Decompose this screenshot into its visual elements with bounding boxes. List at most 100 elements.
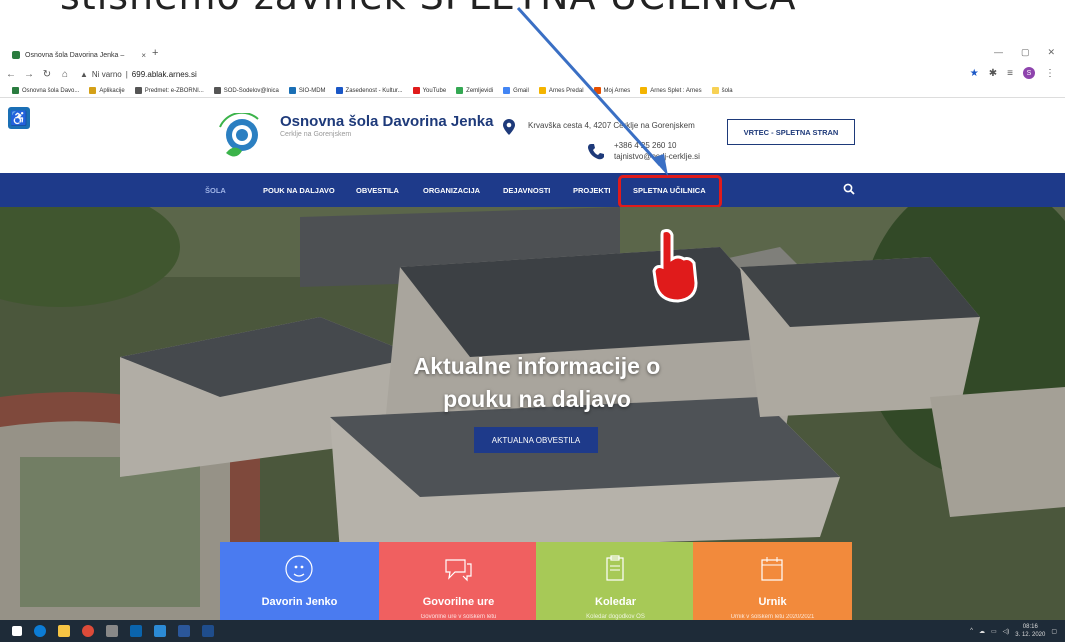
tab-close-icon[interactable]: × xyxy=(141,51,146,60)
bookmark-item[interactable]: šola xyxy=(711,87,733,94)
outlook-icon[interactable] xyxy=(130,625,142,637)
minimize-icon[interactable]: — xyxy=(994,47,1003,58)
bookmark-label: Gmail xyxy=(513,87,529,94)
toolbar-right: ★ ✱ ≡ S ⋮ xyxy=(970,67,1055,79)
bookmark-icon xyxy=(12,87,19,94)
bookmark-item[interactable]: Gmail xyxy=(503,87,529,94)
portrait-icon xyxy=(285,555,313,583)
reading-list-icon[interactable]: ≡ xyxy=(1007,68,1013,79)
volume-icon[interactable]: ◁) xyxy=(1003,628,1010,635)
app-icon[interactable] xyxy=(202,625,214,637)
system-tray: ^ ☁ ▭ ◁) 08:16 3. 12. 2020 ▢ xyxy=(970,623,1057,639)
bookmark-item[interactable]: Predmet: e-ZBORNI... xyxy=(134,87,204,94)
bookmark-item[interactable]: Osnovna šola Davo... xyxy=(12,87,79,94)
word-icon[interactable] xyxy=(178,625,190,637)
edge-icon[interactable] xyxy=(34,625,46,637)
maximize-icon[interactable]: ▢ xyxy=(1021,47,1030,58)
hero-title: Aktualne informacije o pouku na daljavo xyxy=(413,353,661,412)
menu-icon[interactable]: ⋮ xyxy=(1045,68,1055,79)
browser-tab[interactable]: Osnovna šola Davorina Jenka – × xyxy=(8,46,146,64)
bookmark-item[interactable]: SIO-MDM xyxy=(288,87,326,94)
bookmark-item[interactable]: Arnes Splet : Arnes xyxy=(640,87,702,94)
bookmark-icon xyxy=(640,87,648,94)
clock[interactable]: 08:16 3. 12. 2020 xyxy=(1015,623,1045,639)
search-icon[interactable] xyxy=(843,183,855,195)
notifications-icon[interactable]: ▢ xyxy=(1051,628,1057,635)
address-bar: ← → ↻ ⌂ ▲ Ni varno | 699.ablak.arnes.si … xyxy=(0,64,1065,84)
nav-item[interactable]: ŠOLA xyxy=(205,173,226,207)
tray-chevron-icon[interactable]: ^ xyxy=(970,628,973,634)
file-explorer-icon[interactable] xyxy=(58,625,70,637)
network-icon[interactable]: ▭ xyxy=(991,628,997,635)
school-address: Krvavška cesta 4, 4207 Cerklje na Gorenj… xyxy=(528,121,695,130)
bookmark-item[interactable]: Moj Arnes xyxy=(593,87,630,94)
bookmark-item[interactable]: Zasedenost - Kultur... xyxy=(335,87,403,94)
bookmark-item[interactable]: SOD-Sodelov@lnica xyxy=(213,87,279,94)
card-title: Davorin Jenko xyxy=(261,596,338,608)
hero-button[interactable]: AKTUALNA OBVESTILA xyxy=(474,427,598,453)
bookmark-label: Aplikacije xyxy=(99,87,125,94)
nav-item[interactable]: OBVESTILA xyxy=(356,173,399,207)
reload-icon[interactable]: ↻ xyxy=(40,69,54,80)
vrtec-button[interactable]: VRTEC - SPLETNA STRAN xyxy=(727,119,855,145)
instruction-caption: stisnemo zavihek SPLETNA UČILNICA xyxy=(60,0,797,18)
school-phone[interactable]: +386 4 25 260 10 xyxy=(614,141,677,150)
bookmark-icon xyxy=(503,87,511,94)
calendar-icon xyxy=(761,557,783,581)
windows-start-icon[interactable] xyxy=(12,626,22,636)
extensions-icon[interactable]: ✱ xyxy=(989,68,997,79)
app-icon[interactable] xyxy=(106,625,118,637)
bookmark-label: Predmet: e-ZBORNI... xyxy=(144,87,204,94)
warning-icon: ▲ xyxy=(80,69,88,79)
bookmark-icon xyxy=(335,87,343,94)
bookmark-label: Zemljevidi xyxy=(466,87,494,94)
clock-time: 08:16 xyxy=(1022,624,1038,630)
card-koledar[interactable]: Koledar Koledar dogodkov OŠ xyxy=(536,542,695,620)
bookmark-item[interactable]: Arnes Predal xyxy=(538,87,584,94)
accessibility-icon[interactable]: ♿ xyxy=(8,107,30,129)
nav-item[interactable]: PROJEKTI xyxy=(573,173,611,207)
hero-banner: Aktualne informacije o pouku na daljavo … xyxy=(0,207,1065,620)
chrome-icon[interactable] xyxy=(82,625,94,637)
bookmark-label: YouTube xyxy=(422,87,447,94)
school-subtitle: Cerklje na Gorenjskem xyxy=(280,131,352,138)
cloud-icon[interactable]: ☁ xyxy=(979,628,985,635)
school-email[interactable]: tajnistvo@osdj-cerklje.si xyxy=(614,152,700,161)
bookmark-label: Arnes Predal xyxy=(548,87,584,94)
bookmark-item[interactable]: Aplikacije xyxy=(89,87,125,94)
bookmark-label: Zasedenost - Kultur... xyxy=(345,87,403,94)
app-icon[interactable] xyxy=(154,625,166,637)
bookmark-label: SOD-Sodelov@lnica xyxy=(223,87,279,94)
bookmark-label: Osnovna šola Davo... xyxy=(22,87,80,94)
back-icon[interactable]: ← xyxy=(4,69,18,80)
speech-bubble-icon xyxy=(445,559,472,582)
profile-avatar[interactable]: S xyxy=(1023,67,1035,79)
new-tab-button[interactable]: + xyxy=(152,47,158,59)
forward-icon[interactable]: → xyxy=(22,69,36,80)
bookmark-icon xyxy=(456,87,464,94)
bookmark-icon xyxy=(538,87,546,94)
nav-item[interactable]: DEJAVNOSTI xyxy=(503,173,550,207)
bookmark-icon xyxy=(213,87,221,94)
card-govorilne-ure[interactable]: Govorilne ure Govorilne ure v šolskem le… xyxy=(379,542,538,620)
screen: stisnemo zavihek SPLETNA UČILNICA Osnovn… xyxy=(0,0,1065,642)
school-name[interactable]: Osnovna šola Davorina Jenka xyxy=(280,113,493,130)
home-icon[interactable]: ⌂ xyxy=(58,69,72,80)
school-logo[interactable] xyxy=(218,113,266,167)
card-davorin-jenko[interactable]: Davorin Jenko xyxy=(220,542,379,620)
nav-item[interactable]: ORGANIZACIJA xyxy=(423,173,480,207)
url-text: 699.ablak.arnes.si xyxy=(131,69,197,79)
site-header: ♿ Osnovna šola Davorina Jenka Cerklje na… xyxy=(0,99,1065,173)
bookmark-icon xyxy=(89,87,97,94)
windows-taskbar: ^ ☁ ▭ ◁) 08:16 3. 12. 2020 ▢ xyxy=(0,620,1065,642)
bookmark-item[interactable]: Zemljevidi xyxy=(456,87,493,94)
bookmark-item[interactable]: YouTube xyxy=(412,87,447,94)
nav-item[interactable]: POUK NA DALJAVO xyxy=(263,173,335,207)
bookmark-icon xyxy=(134,87,142,94)
bookmarks-bar: Osnovna šola Davo... Aplikacije Predmet: e… xyxy=(0,84,1065,98)
bookmark-star-icon[interactable]: ★ xyxy=(970,68,979,79)
bookmark-label: SIO-MDM xyxy=(298,87,326,94)
url-field[interactable]: ▲ Ni varno | 699.ablak.arnes.si xyxy=(80,70,197,79)
card-urnik[interactable]: Urnik Urnik v šolskem letu 2020/2021 xyxy=(693,542,852,620)
close-window-icon[interactable]: ✕ xyxy=(1047,47,1055,58)
